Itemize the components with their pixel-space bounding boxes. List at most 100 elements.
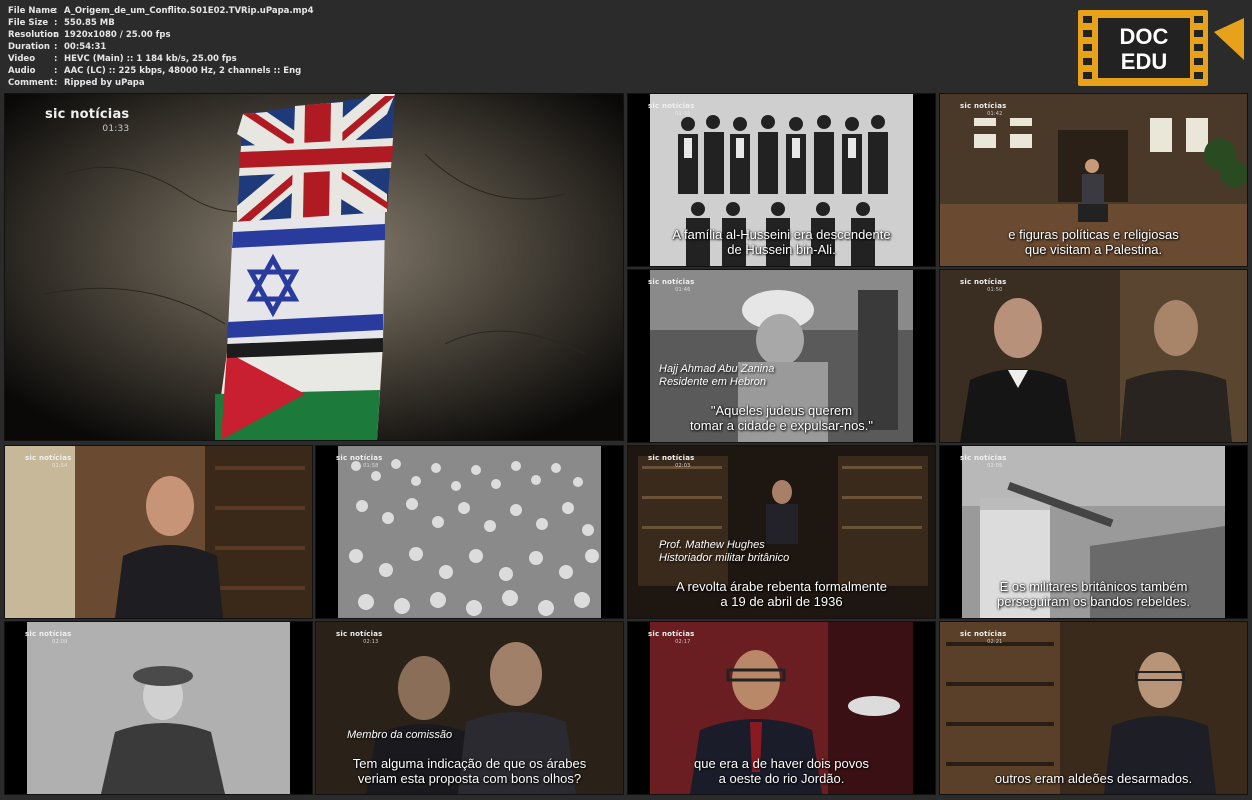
file-info-value: 00:54:31: [64, 42, 107, 52]
subtitle: e figuras políticas e religiosas que visi…: [940, 227, 1247, 257]
subtitle-line: tomar a cidade e expulsar-nos.": [689, 418, 874, 433]
timecode: 01:38: [675, 111, 691, 117]
subtitle-line: A família al-Husseini era descendente: [672, 227, 891, 242]
timecode: 02:09: [52, 639, 68, 645]
timecode: 01:54: [52, 463, 68, 469]
flag-map-scene: [5, 94, 623, 440]
timecode: 01:42: [987, 111, 1003, 117]
channel-name: sic notícias: [960, 630, 1007, 638]
subtitle-line: que visitam a Palestina.: [1024, 242, 1163, 257]
file-info-row: Comment: Ripped by uPapa: [8, 77, 314, 89]
interviewee-library-scene: [5, 446, 312, 618]
channel-name: sic notícias: [45, 107, 130, 122]
timecode: 02:21: [987, 639, 1003, 645]
video-thumbnail: sic notícias 02:05 E os militares britâni…: [939, 445, 1248, 619]
channel-watermark: sic notícias 02:03: [648, 454, 695, 470]
video-thumbnail: sic notícias 01:38 A família al-Husseini …: [627, 93, 936, 267]
channel-name: sic notícias: [648, 454, 695, 462]
channel-name: sic notícias: [25, 454, 72, 462]
officer-portrait-scene: [5, 622, 312, 794]
file-info-key: File Name: [8, 6, 56, 16]
subtitle: que era a de haver dois povos a oeste do …: [628, 756, 935, 786]
subtitle: outros eram aldeões desarmados.: [940, 771, 1247, 786]
file-info-panel: File Name: A_Origem_de_um_Conflito.S01E02…: [8, 5, 314, 89]
channel-watermark: sic notícias 01:38: [648, 102, 695, 118]
channel-name: sic notícias: [648, 102, 695, 110]
file-info-key: File Size: [8, 18, 49, 28]
channel-watermark: sic notícias 01:33: [45, 108, 129, 136]
timecode: 02:05: [987, 463, 1003, 469]
channel-watermark: sic notícias 02:13: [336, 630, 383, 646]
file-info-separator: :: [54, 66, 58, 76]
timecode: 01:46: [675, 287, 691, 293]
channel-watermark: sic notícias 02:17: [648, 630, 695, 646]
subtitle-line: veriam esta proposta com bons olhos?: [357, 771, 582, 786]
file-info-value: 1920x1080 / 25.00 fps: [64, 30, 171, 40]
video-thumbnail: sic notícias 01:33: [4, 93, 624, 441]
channel-name: sic notícias: [336, 454, 383, 462]
file-info-key: Audio: [8, 66, 36, 76]
timecode: 01:50: [987, 287, 1003, 293]
file-info-separator: :: [54, 6, 58, 16]
file-info-separator: :: [54, 42, 58, 52]
two-men-scene: [940, 270, 1247, 442]
channel-watermark: sic notícias 01:58: [336, 454, 383, 470]
file-info-row: File Size:550.85 MB: [8, 17, 314, 29]
file-info-value: AAC (LC) :: 225 kbps, 48000 Hz, 2 channe…: [64, 66, 302, 76]
channel-name: sic notícias: [960, 102, 1007, 110]
subtitle-line: Tem alguma indicação de que os árabes: [352, 756, 587, 771]
file-info-row: Video: HEVC (Main) :: 1 184 kb/s, 25.00 f…: [8, 53, 314, 65]
video-thumbnail: sic notícias 01:54: [4, 445, 313, 619]
file-info-value: A_Origem_de_um_Conflito.S01E02.TVRip.uPa…: [64, 6, 314, 16]
file-info-separator: :: [54, 78, 58, 88]
channel-name: sic notícias: [960, 278, 1007, 286]
speaker-caption: Hajj Ahmad Abu Zanina Residente em Hebron: [659, 363, 774, 389]
caption-line: Residente em Hebron: [659, 376, 767, 388]
file-info-value: Ripped by uPapa: [64, 78, 145, 88]
video-thumbnail: sic notícias 02:17 que era a de haver doi…: [627, 621, 936, 795]
caption-line: Historiador militar britânico: [659, 552, 790, 564]
subtitle: Tem alguma indicação de que os árabes ver…: [316, 756, 623, 786]
timecode: 02:13: [363, 639, 379, 645]
speaker-caption: Prof. Mathew Hughes Historiador militar b…: [659, 539, 789, 565]
subtitle-line: A revolta árabe rebenta formalmente: [675, 579, 887, 594]
file-info-key: Duration: [8, 42, 50, 52]
channel-watermark: sic notícias 01:50: [960, 278, 1007, 294]
timecode: 02:03: [675, 463, 691, 469]
subtitle-line: a oeste do rio Jordão.: [718, 771, 845, 786]
channel-watermark: sic notícias 02:05: [960, 454, 1007, 470]
video-thumbnail: sic notícias 01:46 Hajj Ahmad Abu Zanina R…: [627, 269, 936, 443]
video-thumbnail: sic notícias 01:58: [315, 445, 624, 619]
timecode: 02:17: [675, 639, 691, 645]
caption-line: Membro da comissão: [347, 729, 453, 741]
subtitle: E os militares britânicos também persegui…: [940, 579, 1247, 609]
channel-name: sic notícias: [648, 278, 695, 286]
channel-name: sic notícias: [960, 454, 1007, 462]
channel-watermark: sic notícias 02:09: [25, 630, 72, 646]
video-thumbnail: sic notícias 02:03 Prof. Mathew Hughes His…: [627, 445, 936, 619]
channel-watermark: sic notícias 01:42: [960, 102, 1007, 118]
file-info-value: 550.85 MB: [64, 18, 115, 28]
file-info-key: Resolution: [8, 30, 60, 40]
channel-name: sic notícias: [336, 630, 383, 638]
video-thumbnail: sic notícias 02:21 outros eram aldeões de…: [939, 621, 1248, 795]
file-info-row: File Name: A_Origem_de_um_Conflito.S01E02…: [8, 5, 314, 17]
subtitle-line: e figuras políticas e religiosas: [1008, 227, 1179, 242]
subtitle: A família al-Husseini era descendente de …: [628, 227, 935, 257]
caption-line: Hajj Ahmad Abu Zanina: [659, 363, 775, 375]
file-info-row: Duration:00:54:31: [8, 41, 314, 53]
speaker-caption: Membro da comissão: [347, 729, 452, 742]
logo-line2: EDU: [1121, 49, 1167, 74]
subtitle-line: de Hussein bin-Ali.: [727, 242, 836, 257]
logo-line1: DOC: [1120, 24, 1169, 49]
subtitle-line: a 19 de abril de 1936: [720, 594, 843, 609]
subtitle-line: outros eram aldeões desarmados.: [994, 771, 1193, 786]
video-thumbnail: sic notícias 02:09: [4, 621, 313, 795]
file-info-key: Video: [8, 54, 36, 64]
subtitle: "Aqueles judeus querem tomar a cidade e e…: [628, 403, 935, 433]
file-info-row: Audio: AAC (LC) :: 225 kbps, 48000 Hz, 2 …: [8, 65, 314, 77]
video-thumbnail: sic notícias 02:13 Membro da comissão Tem…: [315, 621, 624, 795]
video-thumbnail: sic notícias 01:50: [939, 269, 1248, 443]
video-thumbnail: sic notícias 01:42 e figuras políticas e …: [939, 93, 1248, 267]
historian-archive-scene: [940, 622, 1247, 794]
